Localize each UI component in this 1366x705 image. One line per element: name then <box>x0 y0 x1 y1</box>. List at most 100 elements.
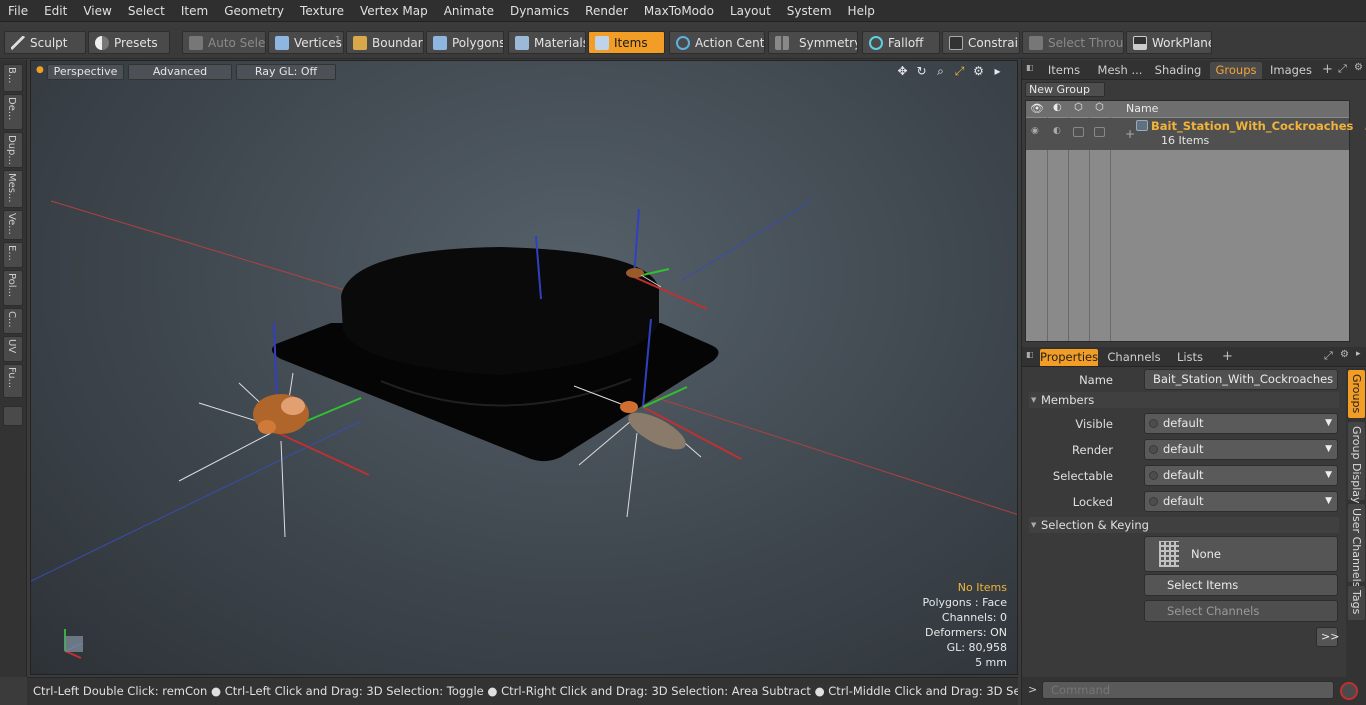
expand-icon[interactable]: ⤢ <box>1338 62 1347 76</box>
more-button[interactable]: >> <box>1316 627 1339 647</box>
vtab-groups[interactable]: Groups <box>1348 370 1365 418</box>
scene-canvas[interactable] <box>31 61 1018 675</box>
members-section[interactable]: Members <box>1029 392 1339 408</box>
left-tab-mesh-edit[interactable]: Mes... <box>3 170 23 208</box>
menu-vertex-map[interactable]: Vertex Map <box>352 0 436 22</box>
left-tab-vertex[interactable]: Ve... <box>3 210 23 240</box>
left-tab-fusion[interactable]: Fu... <box>3 364 23 398</box>
viewport-options-dot[interactable]: ● <box>36 65 44 75</box>
select-icon[interactable]: ⬡ <box>1074 102 1083 113</box>
move-view-icon[interactable]: ✥ <box>895 64 910 79</box>
render-toggle-icon[interactable]: ◐ <box>1053 126 1061 136</box>
zoom-view-icon[interactable]: ⌕ <box>933 64 948 79</box>
tab-shading[interactable]: Shading <box>1152 62 1204 79</box>
3d-viewport[interactable]: ● Perspective Advanced Ray GL: Off ✥ ↻ ⌕… <box>30 60 1018 675</box>
new-group-button[interactable]: New Group <box>1025 82 1105 97</box>
vtab-group-display[interactable]: Group Display <box>1348 422 1365 504</box>
left-tab-duplicate[interactable]: Dup... <box>3 132 23 168</box>
perspective-dropdown[interactable]: Perspective <box>47 64 124 80</box>
expand-icon[interactable]: ⤢ <box>1324 349 1333 363</box>
chevron-right-icon[interactable]: ▸ <box>990 64 1005 79</box>
falloff-button[interactable]: Falloff <box>862 31 940 54</box>
panel-menu-icon[interactable]: ◧ <box>1026 350 1034 359</box>
add-tab-icon[interactable]: + <box>1322 62 1333 77</box>
select-through-button[interactable]: Select Through <box>1022 31 1124 54</box>
rotate-view-icon[interactable]: ↻ <box>914 64 929 79</box>
name-field[interactable]: Bait_Station_With_Cockroaches (3) <box>1144 369 1338 405</box>
vtab-user-channels[interactable]: User Channels <box>1348 504 1365 587</box>
render-icon[interactable]: ◐ <box>1053 102 1062 113</box>
vertices-button[interactable]: Vertices 1 <box>268 31 344 54</box>
locked-checkbox[interactable] <box>1094 127 1105 137</box>
constraints-button[interactable]: Constrai... <box>942 31 1020 54</box>
left-tab-deform[interactable]: De... <box>3 94 23 130</box>
render-dropdown[interactable]: default ▼ <box>1144 439 1338 460</box>
tab-mesh[interactable]: Mesh ... <box>1094 62 1146 79</box>
keying-none-button[interactable]: None <box>1144 536 1338 572</box>
menu-edit[interactable]: Edit <box>36 0 75 22</box>
left-tab-uv[interactable]: UV <box>3 336 23 362</box>
symmetry-button[interactable]: Symmetry <box>768 31 858 54</box>
panel-menu-icon[interactable]: ◧ <box>1026 63 1034 72</box>
select-channels-button[interactable]: Select Channels <box>1144 600 1338 622</box>
shading-dropdown[interactable]: Advanced <box>128 64 232 80</box>
left-tab-curve[interactable]: C... <box>3 308 23 334</box>
raygl-toggle[interactable]: Ray GL: Off <box>236 64 336 80</box>
chevron-right-icon[interactable]: ▸ <box>1356 349 1361 359</box>
record-icon[interactable] <box>1340 682 1358 700</box>
tab-channels[interactable]: Channels <box>1106 349 1162 366</box>
command-input[interactable] <box>1042 681 1334 699</box>
group-name[interactable]: Bait_Station_With_Cockroaches... <box>1151 119 1366 133</box>
left-tab-basic[interactable]: B... <box>3 64 23 92</box>
tab-items[interactable]: Items <box>1042 62 1086 79</box>
tab-lists[interactable]: Lists <box>1168 349 1212 366</box>
tab-images[interactable]: Images <box>1266 62 1316 79</box>
group-row[interactable]: ◉ ◐ + Bait_Station_With_Cockroaches... 1… <box>1026 118 1366 150</box>
menu-file[interactable]: File <box>0 0 36 22</box>
auto-select-button[interactable]: Auto Select <box>182 31 266 54</box>
tab-properties[interactable]: Properties <box>1040 349 1098 366</box>
visibility-icon[interactable]: ◉ <box>1031 126 1039 136</box>
menu-system[interactable]: System <box>779 0 840 22</box>
menu-dynamics[interactable]: Dynamics <box>502 0 577 22</box>
action-center-button[interactable]: Action Center <box>669 31 765 54</box>
menu-view[interactable]: View <box>75 0 119 22</box>
menu-render[interactable]: Render <box>577 0 636 22</box>
gear-icon[interactable]: ⚙ <box>1340 349 1349 360</box>
workplane-button[interactable]: WorkPlane <box>1126 31 1212 54</box>
groups-list[interactable]: 👁 ◐ ⬡ ⬡ Name ◉ ◐ + Bait_Station_With_Coc… <box>1025 100 1366 342</box>
menu-maxtomodo[interactable]: MaxToModo <box>636 0 722 22</box>
presets-button[interactable]: Presets <box>88 31 170 54</box>
menu-geometry[interactable]: Geometry <box>216 0 292 22</box>
tab-groups[interactable]: Groups <box>1210 62 1262 79</box>
gear-icon[interactable]: ⚙ <box>1354 62 1363 73</box>
gear-icon[interactable]: ⚙ <box>971 64 986 79</box>
menu-item[interactable]: Item <box>173 0 216 22</box>
vtab-tags[interactable]: Tags <box>1348 586 1365 620</box>
add-tab-icon[interactable]: + <box>1222 349 1233 364</box>
materials-button[interactable]: Materials <box>508 31 586 54</box>
items-button[interactable]: Items <box>588 31 665 54</box>
boundary-button[interactable]: Boundary <box>346 31 424 54</box>
left-tab-polygon[interactable]: Pol... <box>3 270 23 306</box>
groups-scrollbar[interactable] <box>1353 100 1365 342</box>
visible-dropdown[interactable]: default ▼ <box>1144 413 1338 434</box>
maximize-view-icon[interactable]: ⤢ <box>952 64 967 79</box>
left-tab-edge[interactable]: E... <box>3 242 23 268</box>
selectable-checkbox[interactable] <box>1073 127 1084 137</box>
selectable-dropdown[interactable]: default ▼ <box>1144 465 1338 486</box>
menu-layout[interactable]: Layout <box>722 0 779 22</box>
menu-animate[interactable]: Animate <box>436 0 502 22</box>
select-items-button[interactable]: Select Items <box>1144 574 1338 596</box>
menu-select[interactable]: Select <box>120 0 173 22</box>
menu-help[interactable]: Help <box>840 0 883 22</box>
polygons-button[interactable]: Polygons <box>426 31 504 54</box>
menu-texture[interactable]: Texture <box>292 0 352 22</box>
left-strip-toggle[interactable] <box>3 406 23 426</box>
locked-dropdown[interactable]: default ▼ <box>1144 491 1338 512</box>
cockroach-1[interactable] <box>178 372 309 538</box>
lock-icon[interactable]: ⬡ <box>1095 102 1104 113</box>
expand-plus-icon[interactable]: + <box>1125 127 1135 141</box>
selection-keying-section[interactable]: Selection & Keying <box>1029 517 1339 533</box>
eye-icon[interactable]: 👁 <box>1030 102 1044 115</box>
